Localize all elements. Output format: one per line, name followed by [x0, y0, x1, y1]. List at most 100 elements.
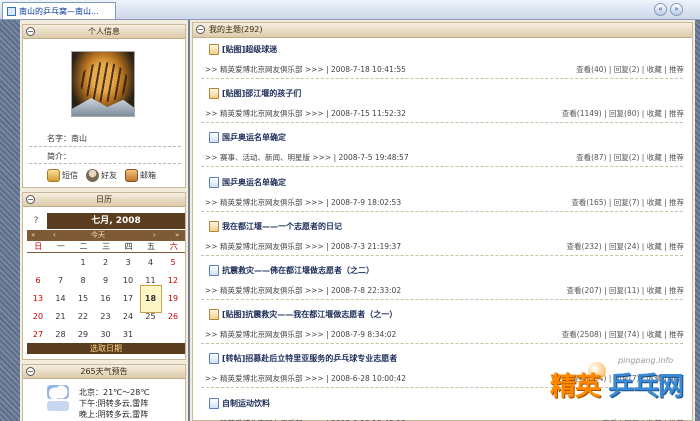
calendar-day[interactable]: 24 — [117, 308, 139, 326]
divider — [201, 166, 683, 168]
pick-date-button[interactable]: 选取日期 — [27, 343, 185, 354]
calendar-day[interactable]: 13 — [27, 290, 49, 308]
calendar-day[interactable]: 20 — [27, 308, 49, 326]
calendar-day[interactable]: 15 — [72, 290, 94, 308]
calendar-help-icon[interactable]: ? — [27, 213, 45, 229]
page-favicon-icon — [7, 6, 16, 16]
calendar-weekdays: 日 一 二 三 四 五 六 — [27, 241, 185, 253]
calendar-day[interactable]: 5 — [162, 254, 184, 272]
mailbox-icon — [125, 169, 138, 182]
weather-box: − 265天气预告 北京：21℃～28℃ 下午:阴转多云,雷阵 晚上:阴转多云,… — [22, 364, 186, 421]
browser-tab[interactable]: 南山的乒乓窝—南山... — [2, 2, 116, 19]
topic-title-link[interactable]: 自制运动饮料 — [209, 397, 270, 409]
calendar-day[interactable]: 31 — [117, 326, 139, 344]
cloudy-icon — [47, 385, 69, 399]
weekday: 五 — [147, 242, 156, 251]
calendar-day[interactable]: 17 — [117, 290, 139, 308]
divider — [201, 254, 683, 256]
calendar-day[interactable]: 22 — [72, 308, 94, 326]
friend-button[interactable]: 好友 — [86, 169, 117, 182]
calendar-day[interactable]: 19 — [162, 290, 184, 308]
calendar-day[interactable]: 7 — [50, 272, 72, 290]
post-icon — [209, 176, 219, 188]
topic-title-link[interactable]: [贴图]超级球迷 — [209, 44, 277, 55]
topic-title: 国乒奥运名单确定 — [222, 133, 286, 143]
calendar-day[interactable]: 30 — [95, 326, 117, 344]
next-year-button[interactable]: » — [175, 230, 179, 241]
collapse-icon[interactable]: − — [26, 195, 35, 204]
calendar-day[interactable]: 21 — [50, 308, 72, 326]
calendar-day[interactable]: 16 — [95, 290, 117, 308]
topic-meta[interactable]: >> 精英爱博北京网友俱乐部 >>> | 2008-7-3 21:19:37 — [205, 241, 401, 252]
calendar-day[interactable]: 4 — [140, 254, 162, 272]
topic-stats[interactable]: 查看(87) | 回复(2) | 收藏 | 推荐 — [576, 152, 684, 163]
calendar-day[interactable]: 1 — [72, 254, 94, 272]
topic-meta[interactable]: >> 精英爱博北京网友俱乐部 >>> | 2008-7-8 22:33:02 — [205, 285, 401, 296]
calendar-day[interactable]: 14 — [50, 290, 72, 308]
topic-title: [贴图]抗震救灾——我在都江堰做志愿者（之一） — [222, 310, 398, 320]
topic-title-link[interactable]: [转帖]招募赴后立特里亚服务的乒乓球专业志愿者 — [209, 353, 398, 365]
weekday: 三 — [102, 242, 111, 251]
topic-title-link[interactable]: 我在都江堰——一个志愿者的日记 — [209, 220, 342, 232]
mailbox-button[interactable]: 邮箱 — [125, 169, 156, 182]
collapse-icon[interactable]: − — [196, 25, 205, 34]
name-value: 南山 — [71, 134, 87, 143]
topic-meta[interactable]: >> 精英爱博北京网友俱乐部 >>> | 2008-6-13 15:45:12 — [205, 418, 406, 421]
calendar-day[interactable]: 12 — [162, 272, 184, 290]
next-month-button[interactable]: › — [153, 230, 156, 241]
calendar-day[interactable]: 3 — [117, 254, 139, 272]
topic-meta[interactable]: >> 精英爱博北京网友俱乐部 >>> | 2008-6-28 10:00:42 — [205, 373, 406, 384]
calendar-day[interactable]: 26 — [162, 308, 184, 326]
left-sidebar: − 个人信息 名字：南山 简介： 短信 好友 邮箱 − 日历 ? 七月, 200… — [20, 20, 188, 421]
topic-title-link[interactable]: 抗震救灾——佛在都江堰做志愿者（之二） — [209, 265, 374, 276]
topic-meta[interactable]: >> 精英爱博北京网友俱乐部 >>> | 2008-7-15 11:52:32 — [205, 108, 406, 119]
calendar-day[interactable]: 29 — [72, 326, 94, 344]
topic-meta[interactable]: >> 精英爱博北京网友俱乐部 >>> | 2008-7-18 10:41:55 — [205, 64, 406, 75]
topic-title: [转帖]招募赴后立特里亚服务的乒乓球专业志愿者 — [222, 354, 398, 364]
topic-title: 自制运动饮料 — [222, 398, 270, 408]
calendar-month: 七月, 2008 — [47, 213, 185, 229]
collapse-icon[interactable]: − — [26, 367, 35, 376]
topic-row: [贴图]超级球迷 >> 精英爱博北京网友俱乐部 >>> | 2008-7-18 1… — [193, 39, 692, 83]
tab-scroll-right-icon[interactable]: » — [670, 3, 683, 16]
mailbox-label: 邮箱 — [140, 171, 156, 180]
topic-meta[interactable]: >> 赛事、活动、新闻、明星版 >>> | 2008-7-5 19:48:57 — [205, 152, 409, 163]
weather-title: 265天气预告 — [80, 367, 128, 376]
topic-meta[interactable]: >> 精英爱博北京网友俱乐部 >>> | 2008-7-9 18:02:53 — [205, 197, 401, 208]
weekday: 六 — [169, 242, 178, 251]
divider — [201, 122, 683, 124]
collapse-icon[interactable]: − — [26, 27, 35, 36]
topic-title-link[interactable]: 国乒奥运名单确定 — [209, 132, 286, 144]
calendar-day[interactable]: 8 — [72, 272, 94, 290]
divider — [201, 299, 683, 300]
topic-stats[interactable]: 查看(40) | 回复(2) | 收藏 | 推荐 — [576, 64, 684, 75]
today-button[interactable]: 今天 — [91, 230, 105, 241]
topic-stats[interactable]: 查看(207) | 回复(11) | 收藏 | 推荐 — [567, 285, 684, 296]
topic-stats[interactable]: 查看(165) | 回复(7) | 收藏 | 推荐 — [571, 197, 684, 208]
post-icon — [209, 132, 219, 144]
topic-title: 抗震救灾——佛在都江堰做志愿者（之二） — [222, 266, 374, 275]
topic-row: 国乒奥运名单确定 >> 赛事、活动、新闻、明星版 >>> | 2008-7-5 1… — [193, 127, 692, 171]
calendar-day[interactable]: 6 — [27, 272, 49, 290]
post-icon — [209, 353, 219, 365]
calendar-day[interactable]: 25 — [140, 308, 162, 326]
calendar-day[interactable]: 28 — [50, 326, 72, 344]
calendar-day[interactable]: 27 — [27, 326, 49, 344]
topic-stats[interactable]: 查看(2508) | 回复(74) | 收藏 | 推荐 — [562, 329, 684, 340]
topic-title-link[interactable]: 国乒奥运名单确定 — [209, 176, 286, 188]
calendar-day[interactable]: 9 — [95, 272, 117, 290]
prev-year-button[interactable]: « — [31, 230, 35, 241]
topic-meta[interactable]: >> 精英爱博北京网友俱乐部 >>> | 2008-7-9 8:34:02 — [205, 329, 396, 340]
topic-title-link[interactable]: [贴图]邵江堰的孩子们 — [209, 88, 301, 100]
topic-title-link[interactable]: [贴图]抗震救灾——我在都江堰做志愿者（之一） — [209, 309, 398, 321]
calendar-day[interactable]: 2 — [95, 254, 117, 272]
message-button[interactable]: 短信 — [47, 169, 78, 182]
topic-stats[interactable]: 查看(232) | 回复(24) | 收藏 | 推荐 — [567, 241, 684, 252]
tab-scroll-left-icon[interactable]: « — [654, 3, 667, 16]
weather-header: − 265天气预告 — [23, 365, 185, 379]
calendar-day[interactable]: 23 — [95, 308, 117, 326]
topic-stats[interactable]: 查看(1149) | 回复(80) | 收藏 | 推荐 — [562, 108, 684, 119]
calendar-header: − 日历 — [23, 193, 185, 207]
prev-month-button[interactable]: ‹ — [53, 230, 56, 241]
calendar-day[interactable]: 10 — [117, 272, 139, 290]
